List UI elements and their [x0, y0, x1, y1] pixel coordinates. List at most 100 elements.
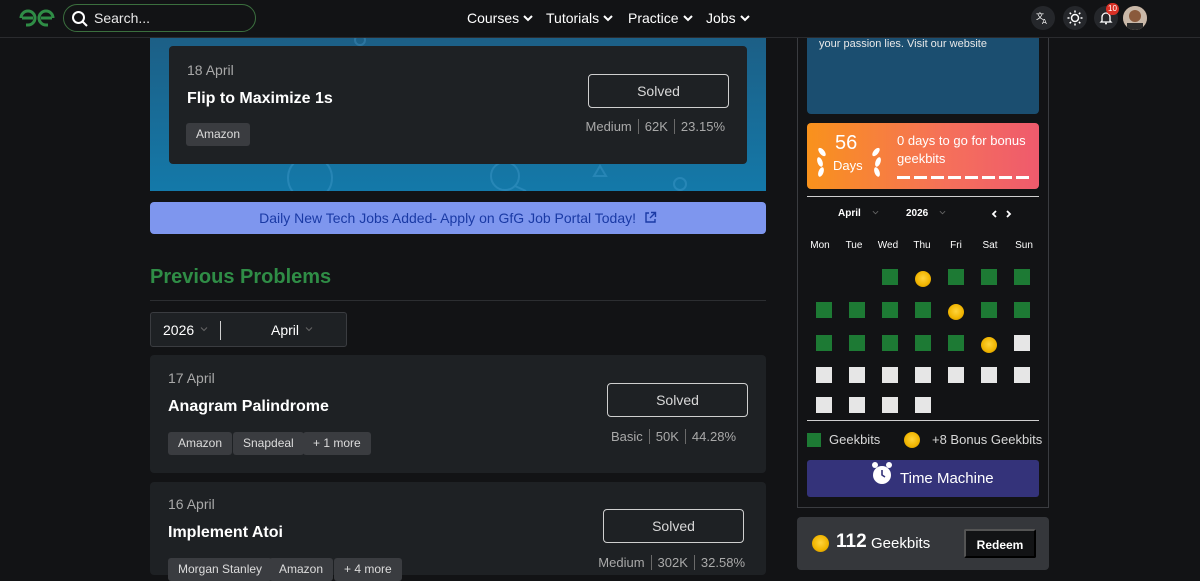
calendar-day-solved[interactable]	[816, 335, 832, 351]
calendar-day-unsolved[interactable]	[816, 367, 832, 383]
potd-stats: Medium 62K 23.15%	[586, 119, 731, 134]
redeem-button[interactable]: Redeem	[964, 529, 1036, 558]
more-tags[interactable]: + 1 more	[303, 432, 371, 455]
translate-button[interactable]: 文 A	[1031, 6, 1055, 30]
problem-title[interactable]: Implement Atoi	[168, 524, 283, 542]
chevron-down-icon	[682, 15, 693, 22]
streak-unit: Days	[833, 158, 863, 173]
problem-title[interactable]: Anagram Palindrome	[168, 398, 329, 416]
problem-card[interactable]: 16 April Implement Atoi Morgan Stanley A…	[150, 482, 766, 581]
calendar-day-solved[interactable]	[981, 269, 997, 285]
divider	[807, 196, 1039, 197]
weekday-label: Sun	[1015, 240, 1033, 251]
calendar-day-solved[interactable]	[882, 335, 898, 351]
potd-solved-button[interactable]: Solved	[588, 74, 729, 108]
calendar-day-solved[interactable]	[915, 302, 931, 318]
company-tag[interactable]: Amazon	[168, 432, 233, 455]
jobs-portal-banner[interactable]: Daily New Tech Jobs Added- Apply on GfG …	[150, 202, 766, 234]
menu-jobs[interactable]: Jobs	[706, 10, 750, 26]
calendar-day-solved[interactable]	[948, 335, 964, 351]
calendar-day-solved[interactable]	[849, 302, 865, 318]
submissions-label: 50K	[648, 429, 685, 444]
sun-icon	[1067, 10, 1083, 26]
calendar-month: April	[838, 208, 861, 219]
solved-button[interactable]: Solved	[607, 383, 748, 417]
calendar-day-solved[interactable]	[816, 302, 832, 318]
chevron-down-icon	[739, 15, 750, 22]
month-select[interactable]: April	[271, 322, 299, 338]
coin-icon[interactable]	[981, 337, 997, 353]
calendar-day-unsolved[interactable]	[981, 367, 997, 383]
company-tag[interactable]: Snapdeal	[233, 432, 304, 455]
notifications-count-badge: 10	[1106, 3, 1119, 15]
menu-practice-label: Practice	[628, 10, 679, 26]
coin-icon[interactable]	[948, 304, 964, 320]
problem-date: 17 April	[168, 370, 215, 386]
divider	[220, 321, 221, 340]
coin-icon	[904, 432, 920, 448]
chevron-down-icon	[603, 15, 613, 22]
difficulty-label: Medium	[585, 119, 632, 134]
calendar-day-unsolved[interactable]	[948, 367, 964, 383]
calendar-day-unsolved[interactable]	[816, 397, 832, 413]
company-tag[interactable]: Morgan Stanley	[168, 558, 273, 581]
problem-card[interactable]: 17 April Anagram Palindrome Amazon Snapd…	[150, 355, 766, 473]
user-avatar-icon	[1123, 6, 1147, 30]
calendar-day-unsolved[interactable]	[882, 397, 898, 413]
calendar-day-solved[interactable]	[849, 335, 865, 351]
accuracy-label: 44.28%	[684, 429, 742, 444]
calendar-day-unsolved[interactable]	[882, 367, 898, 383]
calendar-day-unsolved[interactable]	[915, 397, 931, 413]
calendar-day-solved[interactable]	[882, 302, 898, 318]
streak-card: 56 Days 0 days to go for bonus geekbits	[807, 123, 1039, 189]
calendar-day-unsolved[interactable]	[1014, 367, 1030, 383]
svg-text:A: A	[1042, 18, 1047, 25]
search-box[interactable]	[63, 4, 256, 32]
chevron-left-icon[interactable]	[991, 210, 998, 218]
divider	[150, 300, 766, 301]
calendar-day-solved[interactable]	[1014, 269, 1030, 285]
time-machine-button[interactable]: Time Machine	[807, 460, 1039, 497]
calendar-day-solved[interactable]	[948, 269, 964, 285]
chevron-down-icon	[200, 327, 208, 332]
time-machine-label: Time Machine	[900, 470, 994, 487]
promo-card[interactable]: your passion lies. Visit our website	[807, 38, 1039, 114]
menu-courses[interactable]: Courses	[467, 10, 533, 26]
calendar-day-solved[interactable]	[882, 269, 898, 285]
company-tag[interactable]: Amazon	[269, 558, 334, 581]
calendar-year-select[interactable]: 2026	[906, 208, 946, 219]
potd-title[interactable]: Flip to Maximize 1s	[187, 90, 333, 108]
calendar-day-solved[interactable]	[981, 302, 997, 318]
theme-toggle-button[interactable]	[1063, 6, 1087, 30]
solved-button[interactable]: Solved	[603, 509, 744, 543]
calendar-day-unsolved[interactable]	[849, 367, 865, 383]
accuracy-label: 23.15%	[673, 119, 731, 134]
search-input[interactable]	[94, 8, 244, 28]
menu-tutorials[interactable]: Tutorials	[546, 10, 613, 26]
more-tags[interactable]: + 4 more	[334, 558, 402, 581]
calendar-day-solved[interactable]	[1014, 302, 1030, 318]
avatar[interactable]	[1123, 6, 1147, 30]
calendar-day-unsolved[interactable]	[1014, 335, 1030, 351]
chevron-down-icon	[939, 210, 946, 215]
potd-card[interactable]: 18 April Flip to Maximize 1s Amazon Solv…	[169, 46, 747, 164]
company-tag[interactable]: Amazon	[186, 123, 251, 146]
gfg-logo-icon[interactable]	[18, 8, 56, 28]
submissions-label: 62K	[637, 119, 674, 134]
weekday-label: Mon	[810, 240, 830, 251]
calendar-month-select[interactable]: April	[838, 208, 879, 219]
difficulty-label: Medium	[598, 555, 645, 570]
geekbits-count: 112	[836, 531, 867, 552]
calendar-day-unsolved[interactable]	[849, 397, 865, 413]
calendar-day-unsolved[interactable]	[915, 367, 931, 383]
menu-practice[interactable]: Practice	[628, 10, 693, 26]
geekbits-legend-swatch	[807, 433, 821, 447]
calendar-day-solved[interactable]	[915, 335, 931, 351]
geekbits-label: Geekbits	[871, 535, 931, 552]
chevron-right-icon[interactable]	[1005, 210, 1012, 218]
coin-icon	[812, 535, 829, 552]
coin-icon[interactable]	[915, 271, 931, 287]
difficulty-label: Basic	[610, 429, 643, 444]
year-select[interactable]: 2026	[163, 322, 194, 338]
bonus-legend-label: +8 Bonus Geekbits	[932, 432, 1043, 447]
